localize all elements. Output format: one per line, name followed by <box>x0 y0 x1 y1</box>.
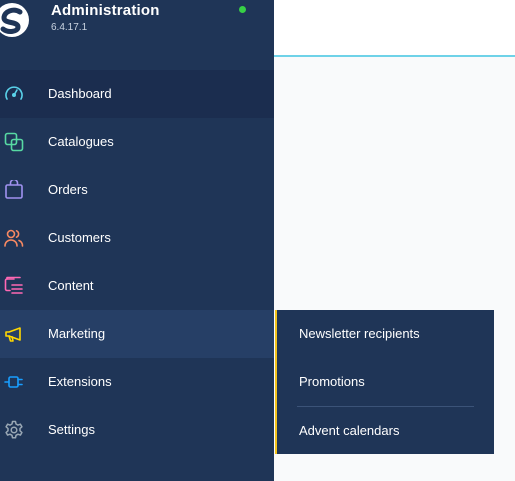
gauge-icon <box>4 84 24 104</box>
flyout-item-advent-calendars[interactable]: Advent calendars <box>277 407 494 455</box>
top-bar <box>274 0 515 57</box>
sidebar-item-label: Settings <box>48 422 95 437</box>
shopping-bag-icon <box>4 180 24 200</box>
sidebar-item-marketing[interactable]: Marketing <box>0 310 274 358</box>
sidebar-item-label: Customers <box>48 230 111 245</box>
sidebar-item-extensions[interactable]: Extensions <box>0 358 274 406</box>
flyout-item-promotions[interactable]: Promotions <box>277 358 494 406</box>
flyout-item-newsletter-recipients[interactable]: Newsletter recipients <box>277 310 494 358</box>
sidebar-header: Administration 6.4.17.1 <box>0 0 274 70</box>
shopware-logo-icon <box>0 3 29 37</box>
flyout-item-label: Newsletter recipients <box>299 326 420 341</box>
sidebar-item-content[interactable]: Content <box>0 262 274 310</box>
sidebar-item-dashboard[interactable]: Dashboard <box>0 70 274 118</box>
sidebar: Administration 6.4.17.1 Dashboard Catalo… <box>0 0 274 481</box>
sidebar-item-settings[interactable]: Settings <box>0 406 274 454</box>
plug-icon <box>4 372 24 392</box>
marketing-flyout-menu: Newsletter recipients Promotions Advent … <box>275 310 494 454</box>
online-status-dot <box>239 6 246 13</box>
sidebar-item-customers[interactable]: Customers <box>0 214 274 262</box>
app-version: 6.4.17.1 <box>51 22 88 33</box>
sidebar-item-label: Orders <box>48 182 88 197</box>
sidebar-item-catalogues[interactable]: Catalogues <box>0 118 274 166</box>
sidebar-item-label: Catalogues <box>48 134 114 149</box>
sidebar-item-label: Content <box>48 278 94 293</box>
megaphone-icon <box>4 324 24 344</box>
flyout-item-label: Promotions <box>299 374 365 389</box>
app-title: Administration <box>51 2 160 19</box>
catalogue-icon <box>4 132 24 152</box>
sidebar-item-label: Dashboard <box>48 86 112 101</box>
sidebar-item-orders[interactable]: Orders <box>0 166 274 214</box>
content-icon <box>4 276 24 296</box>
gear-icon <box>4 420 24 440</box>
sidebar-item-label: Marketing <box>48 326 106 341</box>
users-icon <box>4 228 24 248</box>
sidebar-item-label: Extensions <box>48 374 112 389</box>
flyout-item-label: Advent calendars <box>299 423 400 438</box>
